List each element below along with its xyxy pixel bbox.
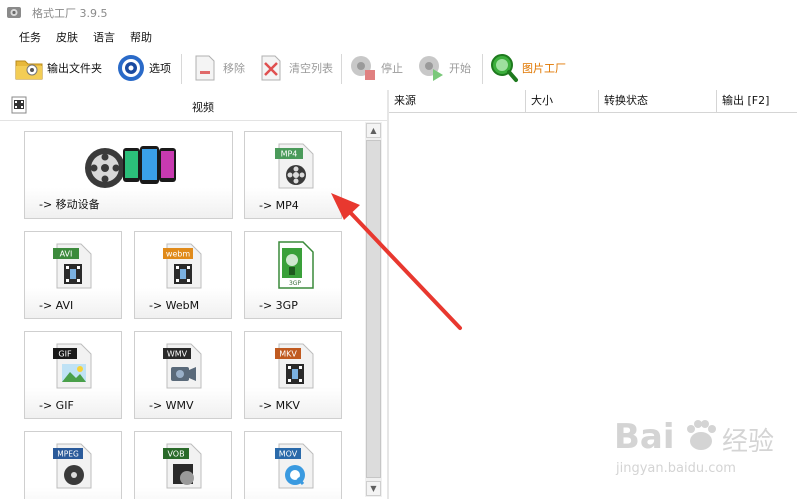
stop-button[interactable]: 停止 (348, 50, 403, 86)
tile-mov[interactable]: MOV (244, 431, 342, 499)
category-header[interactable]: 视频 (0, 90, 387, 121)
column-size[interactable]: 大小 (526, 90, 599, 112)
gif-badge-text: GIF (58, 350, 72, 359)
category-title: 视频 (192, 101, 214, 114)
start-icon (419, 56, 443, 81)
clear-list-label: 清空列表 (289, 62, 333, 75)
tile-mobile-device[interactable]: -> 移动设备 (24, 131, 233, 219)
options-label: 选项 (149, 62, 171, 75)
tile-label: -> 3GP (259, 299, 298, 312)
baidu-paw-icon (687, 420, 716, 450)
3gp-file-icon: 3GP (278, 241, 314, 289)
menu-skin[interactable]: 皮肤 (56, 29, 78, 45)
tile-label: -> AVI (39, 299, 74, 312)
tile-label: -> MP4 (259, 199, 299, 212)
tile-label: -> WebM (149, 299, 200, 312)
mkv-file-icon: MKV (275, 343, 314, 389)
remove-document-icon (195, 55, 215, 81)
mp4-badge-text: MP4 (281, 150, 298, 159)
stop-label: 停止 (381, 62, 403, 75)
mpeg-badge-text: MPEG (57, 450, 79, 459)
menu-bar: 任务 皮肤 语言 帮助 (0, 26, 797, 46)
vob-badge-text: VOB (167, 450, 184, 459)
vob-file-icon: VOB (163, 443, 202, 489)
mp4-file-icon: MP4 (275, 143, 314, 189)
output-folder-button[interactable]: 输出文件夹 (14, 50, 102, 86)
toolbar-separator (181, 54, 182, 84)
folder-icon (15, 60, 43, 80)
remove-label: 移除 (223, 62, 245, 75)
tile-label: -> WMV (149, 399, 194, 412)
remove-button[interactable]: 移除 (190, 50, 245, 86)
options-button[interactable]: 选项 (116, 50, 171, 86)
baidu-jingyan-watermark: Bai 经验 jingyan.baidu.com (612, 405, 792, 485)
watermark-jingyan: 经验 (722, 427, 775, 457)
start-label: 开始 (449, 62, 471, 75)
mov-badge-text: MOV (279, 450, 298, 459)
mkv-badge-text: MKV (279, 350, 297, 359)
clear-list-icon (261, 55, 281, 81)
tile-mpeg[interactable]: MPEG (24, 431, 122, 499)
scroll-down-arrow-icon[interactable]: ▼ (366, 481, 381, 496)
tile-mp4[interactable]: MP4 -> MP4 (244, 131, 342, 219)
tile-vob[interactable]: VOB (134, 431, 232, 499)
picture-factory-label: 图片工厂 (522, 62, 566, 75)
tile-3gp[interactable]: 3GP -> 3GP (244, 231, 342, 319)
tile-label: -> GIF (39, 399, 74, 412)
menu-help[interactable]: 帮助 (130, 29, 152, 45)
tile-avi[interactable]: AVI -> AVI (24, 231, 122, 319)
tile-webm[interactable]: webm -> WebM (134, 231, 232, 319)
avi-badge-text: AVI (60, 250, 73, 259)
avi-file-icon: AVI (53, 243, 92, 289)
format-factory-app-icon (7, 7, 21, 18)
watermark-brand: Bai (614, 417, 675, 457)
start-button[interactable]: 开始 (416, 50, 471, 86)
3gp-badge-text: 3GP (289, 280, 301, 287)
picture-factory-button[interactable]: 图片工厂 (489, 50, 566, 86)
stop-icon (351, 56, 375, 80)
video-category-icon (11, 96, 27, 114)
tile-label: -> MKV (259, 399, 300, 412)
toolbar: 输出文件夹 选项 移除 清空列表 停止 开始 图片工厂 (0, 50, 797, 88)
picture-factory-magnifier-icon (491, 54, 518, 82)
watermark-url: jingyan.baidu.com (616, 461, 736, 476)
menu-tasks[interactable]: 任务 (19, 29, 41, 45)
toolbar-separator (341, 54, 342, 84)
toolbar-separator (482, 54, 483, 84)
wmv-badge-text: WMV (167, 350, 188, 359)
tile-gif[interactable]: GIF -> GIF (24, 331, 122, 419)
output-folder-label: 输出文件夹 (47, 62, 102, 75)
gif-file-icon: GIF (53, 343, 92, 389)
scrollbar-thumb[interactable] (366, 140, 381, 478)
format-tile-grid: -> 移动设备 MP4 -> MP4 AVI -> AVI webm -> We… (0, 121, 364, 499)
webm-file-icon: webm (163, 243, 202, 289)
mpeg-file-icon: MPEG (53, 443, 92, 489)
tile-mkv[interactable]: MKV -> MKV (244, 331, 342, 419)
column-output[interactable]: 输出 [F2] (717, 90, 797, 112)
scroll-up-arrow-icon[interactable]: ▲ (366, 123, 381, 138)
wmv-file-icon: WMV (163, 343, 202, 389)
tile-label: -> 移动设备 (39, 198, 100, 211)
mobile-device-icon (85, 146, 176, 188)
tiles-scrollbar[interactable]: ▲ ▼ (365, 122, 382, 497)
options-gear-icon (118, 55, 144, 81)
conversion-panel: 视频 -> 移动设备 MP4 -> MP4 AVI -> AVI webm ->… (0, 90, 387, 499)
mov-file-icon: MOV (275, 443, 314, 489)
menu-language[interactable]: 语言 (93, 29, 115, 45)
clear-list-button[interactable]: 清空列表 (256, 50, 333, 86)
column-status[interactable]: 转换状态 (599, 90, 717, 112)
tile-wmv[interactable]: WMV -> WMV (134, 331, 232, 419)
task-list-header: 来源 大小 转换状态 输出 [F2] (389, 90, 797, 113)
column-source[interactable]: 来源 (389, 90, 526, 112)
webm-badge-text: webm (166, 250, 191, 259)
title-bar: 格式工厂 3.9.5 (0, 0, 797, 24)
window-title: 格式工厂 3.9.5 (32, 7, 108, 20)
